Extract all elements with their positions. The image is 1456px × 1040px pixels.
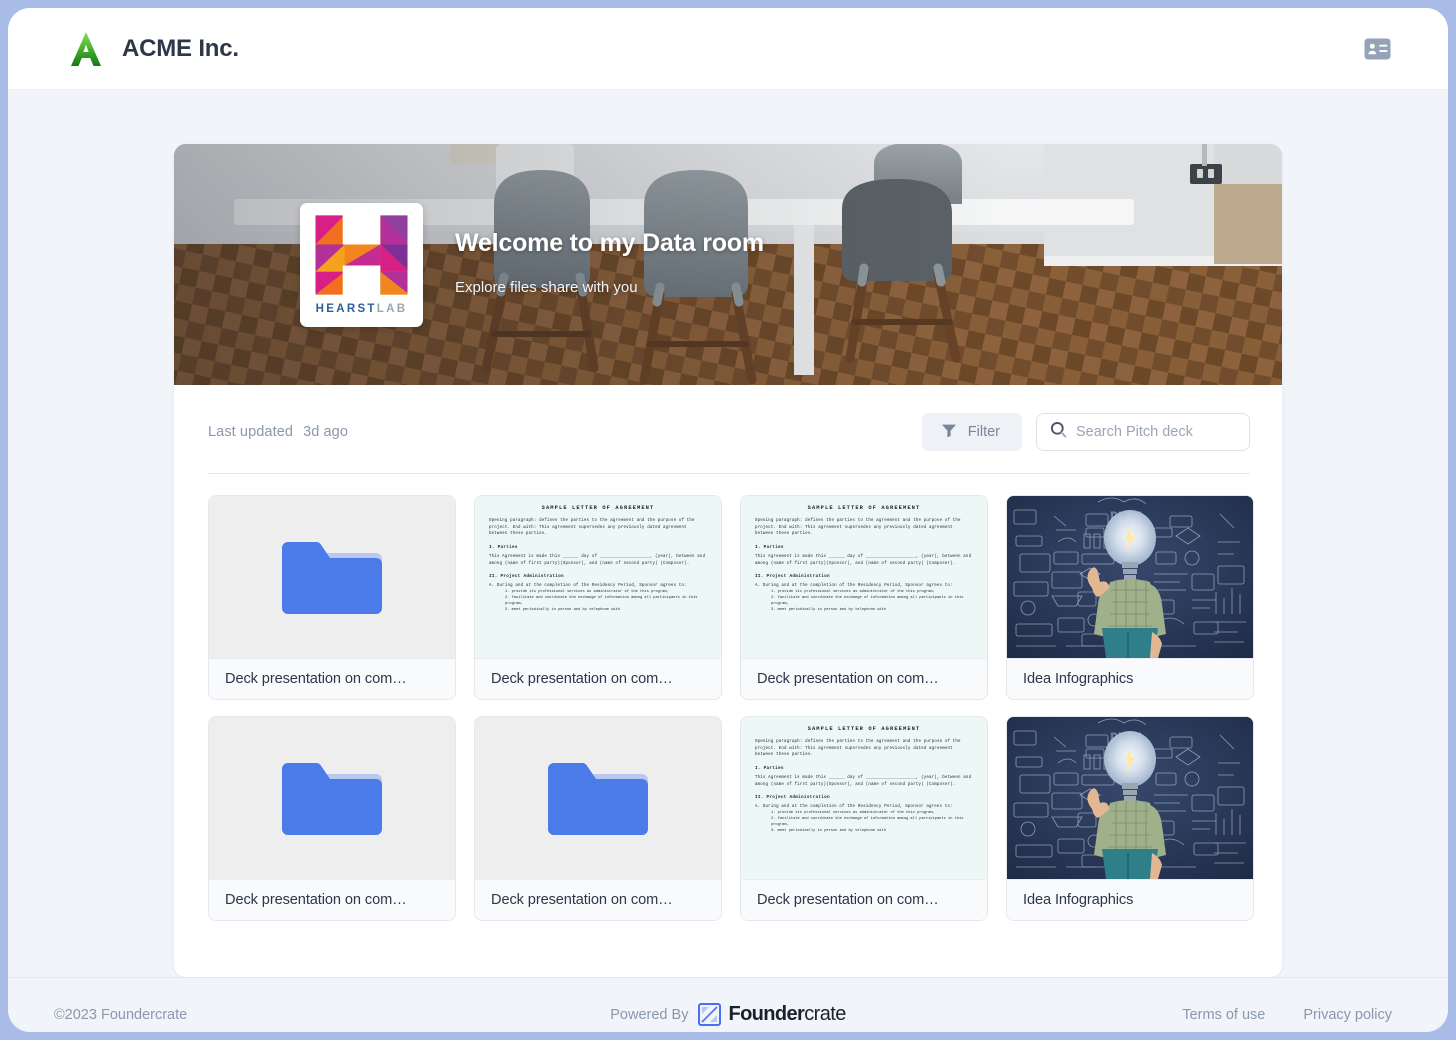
file-card[interactable]: Deck presentation on com…	[208, 716, 456, 921]
file-name: Idea Infographics	[1007, 879, 1253, 920]
file-thumbnail	[209, 496, 455, 658]
wordmark-light: LAB	[376, 302, 408, 315]
doc-section2-heading: II. Project Administration	[755, 574, 830, 580]
search-input[interactable]	[1076, 424, 1237, 440]
privacy-policy-link[interactable]: Privacy policy	[1303, 1007, 1392, 1023]
dataroom-panel: HEARSTLAB Welcome to my Data room Explor…	[174, 144, 1282, 977]
file-name: Deck presentation on com…	[209, 658, 455, 699]
doc-section2-heading: II. Project Administration	[489, 574, 564, 580]
brand[interactable]: ACME Inc.	[66, 29, 239, 69]
document-preview: SAMPLE LETTER OF AGREEMENT Opening parag…	[489, 505, 707, 613]
doc-title: SAMPLE LETTER OF AGREEMENT	[807, 505, 921, 511]
foundercrate-logo: Foundercrate	[698, 1003, 846, 1026]
document-preview: SAMPLE LETTER OF AGREEMENT Opening parag…	[755, 726, 973, 834]
app-header: ACME Inc.	[8, 8, 1448, 90]
file-card[interactable]: PLAN	[1006, 716, 1254, 921]
doc-intro: Opening paragraph: defines the parties t…	[755, 519, 961, 537]
idea-infographic-image: PLAN	[1007, 717, 1253, 879]
doc-list-item: 3. meet periodically in person and by te…	[771, 828, 887, 833]
hearstlab-wordmark: HEARSTLAB	[316, 303, 408, 315]
file-thumbnail: PLAN	[1007, 496, 1253, 658]
doc-title: SAMPLE LETTER OF AGREEMENT	[541, 505, 655, 511]
terms-of-use-link[interactable]: Terms of use	[1182, 1007, 1265, 1023]
search-box[interactable]	[1036, 413, 1250, 451]
files-grid: Deck presentation on com… SAMPLE LETTER …	[174, 474, 1282, 977]
search-icon	[1050, 421, 1067, 443]
doc-list-item: 2. facilitate and coordinate the exchang…	[771, 816, 964, 827]
last-updated-value: 3d ago	[303, 424, 349, 440]
file-name: Deck presentation on com…	[741, 879, 987, 920]
hero-banner: HEARSTLAB Welcome to my Data room Explor…	[174, 144, 1282, 385]
app-footer: ©2023 Foundercrate Powered By Foundercra…	[8, 977, 1448, 1032]
doc-list-item: 3. meet periodically in person and by te…	[771, 607, 887, 612]
hearstlab-logo-card: HEARSTLAB	[300, 202, 423, 327]
filter-label: Filter	[967, 424, 1000, 440]
page-body: HEARSTLAB Welcome to my Data room Explor…	[8, 90, 1448, 977]
funnel-icon	[941, 423, 957, 442]
doc-section1-heading: I. Parties	[755, 765, 784, 771]
last-updated: Last updated 3d ago	[208, 424, 348, 440]
brand-light: crate	[804, 1003, 846, 1025]
hero-subtitle: Explore files share with you	[455, 279, 638, 296]
file-name: Deck presentation on com…	[475, 879, 721, 920]
file-card[interactable]: Deck presentation on com…	[474, 716, 722, 921]
wordmark-bold: HEARST	[315, 302, 377, 315]
doc-list-item: 2. facilitate and coordinate the exchang…	[505, 595, 698, 606]
file-card[interactable]: SAMPLE LETTER OF AGREEMENT Opening parag…	[474, 495, 722, 700]
file-thumbnail: PLAN	[1007, 717, 1253, 879]
doc-section1-body: This Agreement is made this ______ day o…	[489, 554, 706, 566]
file-thumbnail	[475, 717, 721, 879]
foundercrate-wordmark: Foundercrate	[728, 1003, 846, 1026]
app-root: ACME Inc. HEARSTLAB Welcome to my Data r…	[8, 8, 1448, 1032]
doc-section2-body: A. During and at the completion of the R…	[755, 584, 953, 589]
file-name: Deck presentation on com…	[475, 658, 721, 699]
file-thumbnail	[209, 717, 455, 879]
file-card[interactable]: SAMPLE LETTER OF AGREEMENT Opening parag…	[740, 716, 988, 921]
brand-name: ACME Inc.	[122, 34, 239, 62]
doc-intro: Opening paragraph: defines the parties t…	[755, 740, 961, 758]
acme-a-logo-icon	[66, 29, 106, 69]
file-card[interactable]: PLAN	[1006, 495, 1254, 700]
doc-list-item: 3. meet periodically in person and by te…	[505, 607, 621, 612]
file-thumbnail: SAMPLE LETTER OF AGREEMENT Opening parag…	[475, 496, 721, 658]
folder-icon	[548, 763, 648, 835]
file-card[interactable]: SAMPLE LETTER OF AGREEMENT Opening parag…	[740, 495, 988, 700]
file-name: Deck presentation on com…	[209, 879, 455, 920]
filter-button[interactable]: Filter	[921, 413, 1022, 451]
doc-title: SAMPLE LETTER OF AGREEMENT	[807, 726, 921, 732]
hero-title: Welcome to my Data room	[455, 229, 764, 257]
doc-section2-heading: II. Project Administration	[755, 795, 830, 801]
doc-intro: Opening paragraph: defines the parties t…	[489, 519, 695, 537]
contact-card-icon[interactable]	[1362, 34, 1392, 64]
idea-infographic-image: PLAN	[1007, 496, 1253, 658]
file-name: Idea Infographics	[1007, 658, 1253, 699]
doc-section1-heading: I. Parties	[755, 544, 784, 550]
file-name: Deck presentation on com…	[741, 658, 987, 699]
doc-section2-body: A. During and at the completion of the R…	[489, 584, 687, 589]
doc-list-item: 2. facilitate and coordinate the exchang…	[771, 595, 964, 606]
last-updated-label: Last updated	[208, 424, 294, 440]
powered-by-label: Powered By	[610, 1006, 689, 1023]
folder-icon	[282, 542, 382, 614]
document-preview: SAMPLE LETTER OF AGREEMENT Opening parag…	[755, 505, 973, 613]
files-toolbar: Last updated 3d ago Filter	[174, 385, 1282, 451]
doc-section1-body: This Agreement is made this ______ day o…	[755, 554, 972, 566]
brand-bold: Founder	[728, 1003, 805, 1025]
doc-section2-body: A. During and at the completion of the R…	[755, 805, 953, 810]
copyright: ©2023 Foundercrate	[54, 1006, 188, 1023]
file-card[interactable]: Deck presentation on com…	[208, 495, 456, 700]
folder-icon	[282, 763, 382, 835]
hearstlab-h-icon	[315, 214, 408, 295]
foundercrate-logo-icon	[698, 1003, 722, 1026]
file-thumbnail: SAMPLE LETTER OF AGREEMENT Opening parag…	[741, 717, 987, 879]
file-thumbnail: SAMPLE LETTER OF AGREEMENT Opening parag…	[741, 496, 987, 658]
footer-links: Terms of use Privacy policy	[1182, 1007, 1392, 1023]
doc-section1-body: This Agreement is made this ______ day o…	[755, 775, 972, 787]
doc-section1-heading: I. Parties	[489, 544, 518, 550]
